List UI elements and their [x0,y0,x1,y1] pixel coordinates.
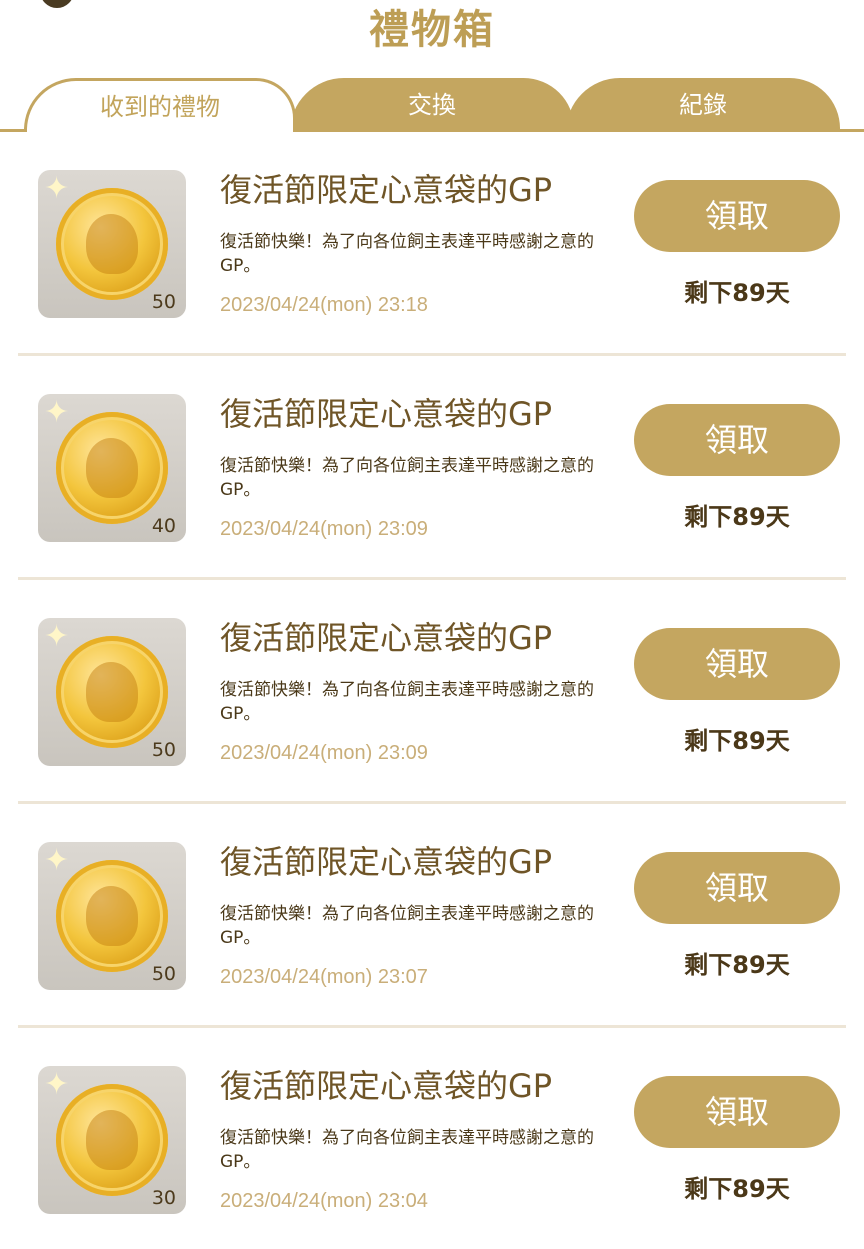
gift-description: 復活節快樂！為了向各位飼主表達平時感謝之意的GP。 [220,456,594,500]
coin-emblem [86,662,138,722]
gift-quantity: 50 [151,291,176,313]
gift-quantity: 50 [151,963,176,985]
tab-bar: 收到的禮物 交換 紀錄 [0,78,864,132]
claim-button[interactable]: 領取 [634,628,840,700]
gift-description: 復活節快樂！為了向各位飼主表達平時感謝之意的GP。 [220,232,594,276]
claim-button[interactable]: 領取 [634,1076,840,1148]
list-item: ✦ 50 復活節限定心意袋的GP 復活節快樂！為了向各位飼主表達平時感謝之意的G… [18,132,846,356]
remaining-days: 剩下89天 [684,727,790,755]
sparkle-icon: ✦ [44,1067,70,1102]
gift-quantity: 50 [151,739,176,761]
gift-description: 復活節快樂！為了向各位飼主表達平時感謝之意的GP。 [220,1128,594,1172]
gift-title: 復活節限定心意袋的GP [220,843,553,881]
gold-coin-icon [56,412,168,524]
list-item: ✦ 40 復活節限定心意袋的GP 復活節快樂！為了向各位飼主表達平時感謝之意的G… [18,356,846,580]
gift-thumbnail: ✦ 50 [38,170,186,318]
gift-thumbnail: ✦ 40 [38,394,186,542]
remaining-days: 剩下89天 [684,279,790,307]
gift-date: 2023/04/24(mon) 23:09 [220,742,428,764]
gift-thumbnail: ✦ 50 [38,618,186,766]
gift-title: 復活節限定心意袋的GP [220,171,553,209]
gift-date: 2023/04/24(mon) 23:09 [220,518,428,540]
claim-button[interactable]: 領取 [634,180,840,252]
tab-exchange[interactable]: 交換 [290,78,574,132]
coin-emblem [86,214,138,274]
gift-title: 復活節限定心意袋的GP [220,1067,553,1105]
gift-thumbnail: ✦ 50 [38,842,186,990]
page-title: 禮物箱 [369,7,495,53]
gold-coin-icon [56,860,168,972]
gift-title: 復活節限定心意袋的GP [220,395,553,433]
list-item: ✦ 30 復活節限定心意袋的GP 復活節快樂！為了向各位飼主表達平時感謝之意的G… [18,1028,846,1249]
coin-emblem [86,886,138,946]
gold-coin-icon [56,1084,168,1196]
claim-button[interactable]: 領取 [634,404,840,476]
sparkle-icon: ✦ [44,843,70,878]
remaining-days: 剩下89天 [684,503,790,531]
gold-coin-icon [56,188,168,300]
gift-date: 2023/04/24(mon) 23:18 [220,294,428,316]
list-item: ✦ 50 復活節限定心意袋的GP 復活節快樂！為了向各位飼主表達平時感謝之意的G… [18,580,846,804]
remaining-days: 剩下89天 [684,951,790,979]
gift-title: 復活節限定心意袋的GP [220,619,553,657]
list-item: ✦ 50 復活節限定心意袋的GP 復活節快樂！為了向各位飼主表達平時感謝之意的G… [18,804,846,1028]
sparkle-icon: ✦ [44,395,70,430]
gift-description: 復活節快樂！為了向各位飼主表達平時感謝之意的GP。 [220,680,594,724]
sparkle-icon: ✦ [44,619,70,654]
remaining-days: 剩下89天 [684,1175,790,1203]
gift-date: 2023/04/24(mon) 23:04 [220,1190,428,1212]
gift-date: 2023/04/24(mon) 23:07 [220,966,428,988]
coin-emblem [86,1110,138,1170]
coin-emblem [86,438,138,498]
gift-list: ✦ 50 復活節限定心意袋的GP 復活節快樂！為了向各位飼主表達平時感謝之意的G… [0,132,864,1249]
gift-thumbnail: ✦ 30 [38,1066,186,1214]
tab-received-gifts[interactable]: 收到的禮物 [24,78,296,132]
gold-coin-icon [56,636,168,748]
sparkle-icon: ✦ [44,171,70,206]
tab-record[interactable]: 紀錄 [566,78,840,132]
gift-description: 復活節快樂！為了向各位飼主表達平時感謝之意的GP。 [220,904,594,948]
gift-quantity: 30 [151,1187,176,1209]
gift-quantity: 40 [151,515,176,537]
claim-button[interactable]: 領取 [634,852,840,924]
